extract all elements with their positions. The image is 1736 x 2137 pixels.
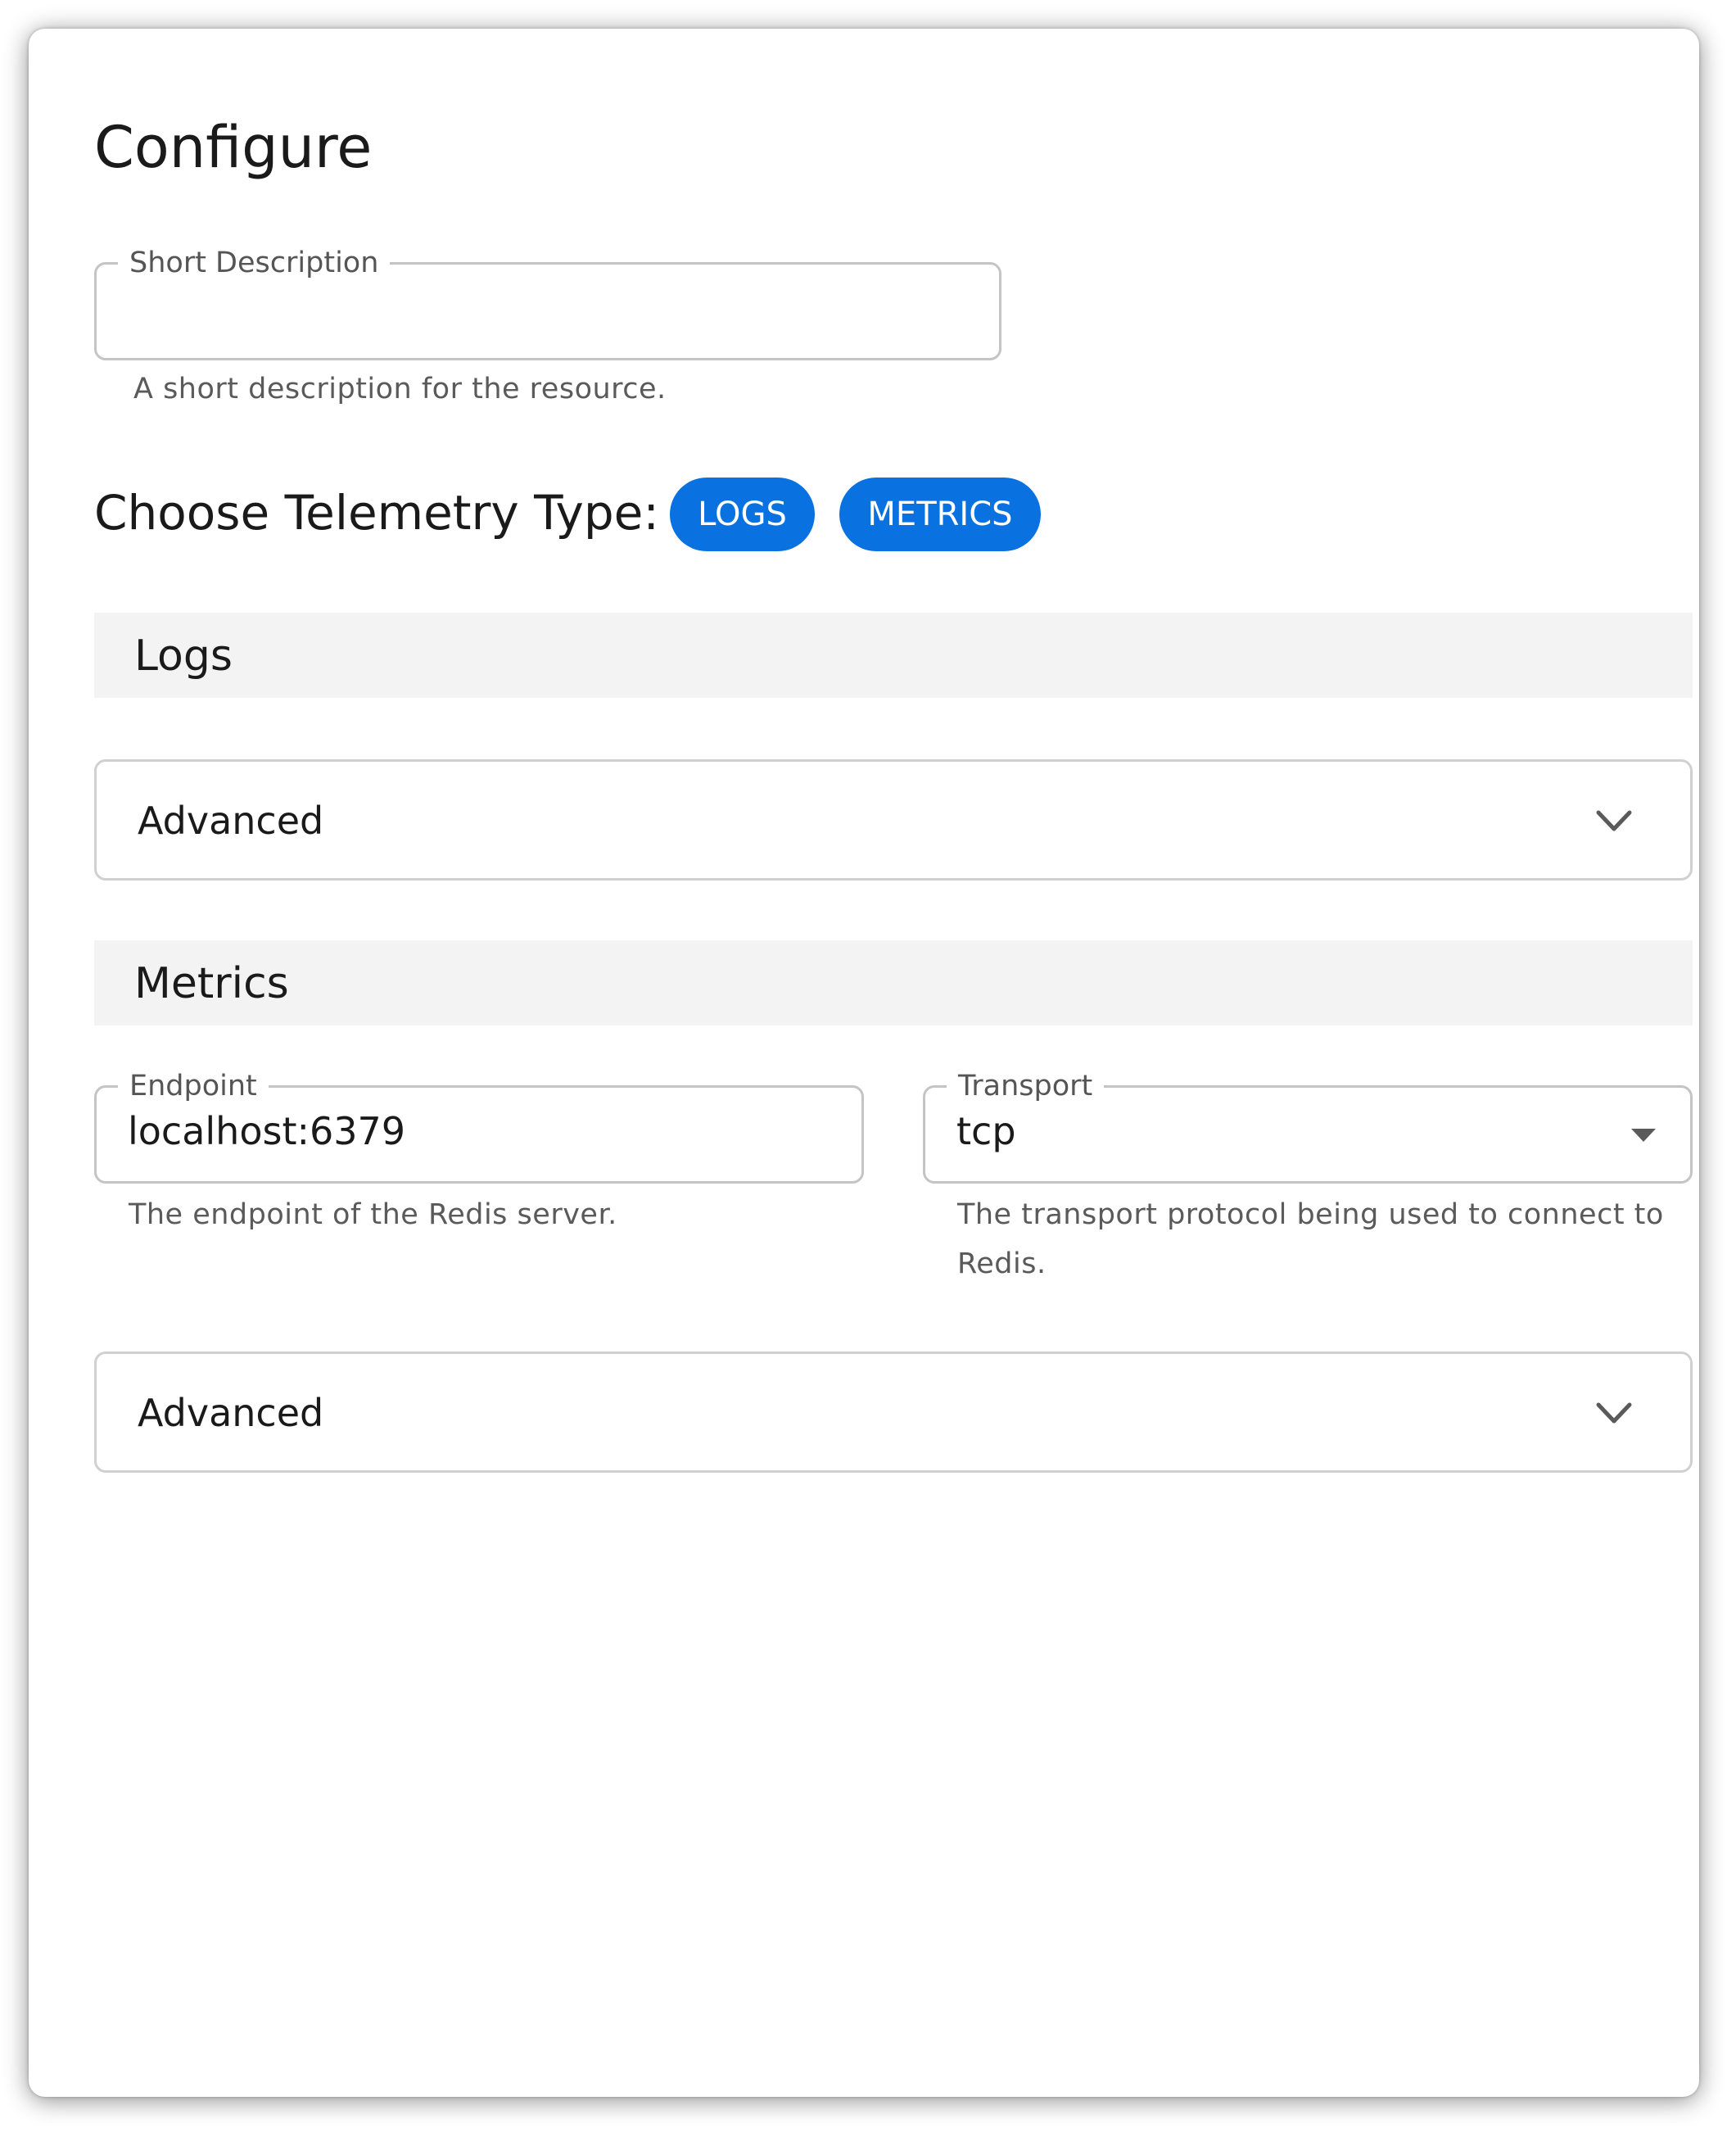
chip-metrics[interactable]: METRICS: [839, 478, 1041, 551]
endpoint-helper: The endpoint of the Redis server.: [129, 1198, 617, 1231]
transport-label: Transport: [947, 1070, 1105, 1102]
logs-advanced-accordion[interactable]: Advanced: [94, 759, 1693, 881]
configure-card: Configure Short Description A short desc…: [29, 29, 1699, 2097]
transport-value: tcp: [956, 1109, 1016, 1153]
chevron-down-icon: [1596, 810, 1632, 831]
transport-select[interactable]: Transport tcp: [923, 1070, 1693, 1184]
endpoint-field[interactable]: Endpoint localhost:6379: [94, 1070, 864, 1184]
logs-section-title: Logs: [134, 632, 233, 681]
short-description-field[interactable]: Short Description: [94, 247, 1001, 360]
transport-helper-line-2: Redis.: [957, 1247, 1047, 1280]
chevron-down-icon: [1596, 1402, 1632, 1424]
dropdown-arrow-icon: [1631, 1129, 1656, 1142]
telemetry-type-label: Choose Telemetry Type:: [94, 485, 659, 541]
endpoint-input[interactable]: localhost:6379: [128, 1111, 405, 1152]
short-description-label: Short Description: [118, 247, 391, 279]
endpoint-label: Endpoint: [118, 1070, 269, 1102]
metrics-section-title: Metrics: [134, 959, 289, 1008]
metrics-advanced-label: Advanced: [138, 1391, 324, 1435]
short-description-helper: A short description for the resource.: [133, 373, 667, 405]
transport-helper-line-1: The transport protocol being used to con…: [957, 1198, 1664, 1231]
metrics-advanced-accordion[interactable]: Advanced: [94, 1351, 1693, 1473]
logs-advanced-label: Advanced: [138, 799, 324, 843]
chip-logs[interactable]: LOGS: [670, 478, 815, 551]
page-title: Configure: [94, 114, 373, 181]
metrics-section-header: Metrics: [94, 940, 1693, 1025]
logs-section-header: Logs: [94, 613, 1693, 698]
transport-helper: The transport protocol being used to con…: [957, 1190, 1664, 1288]
